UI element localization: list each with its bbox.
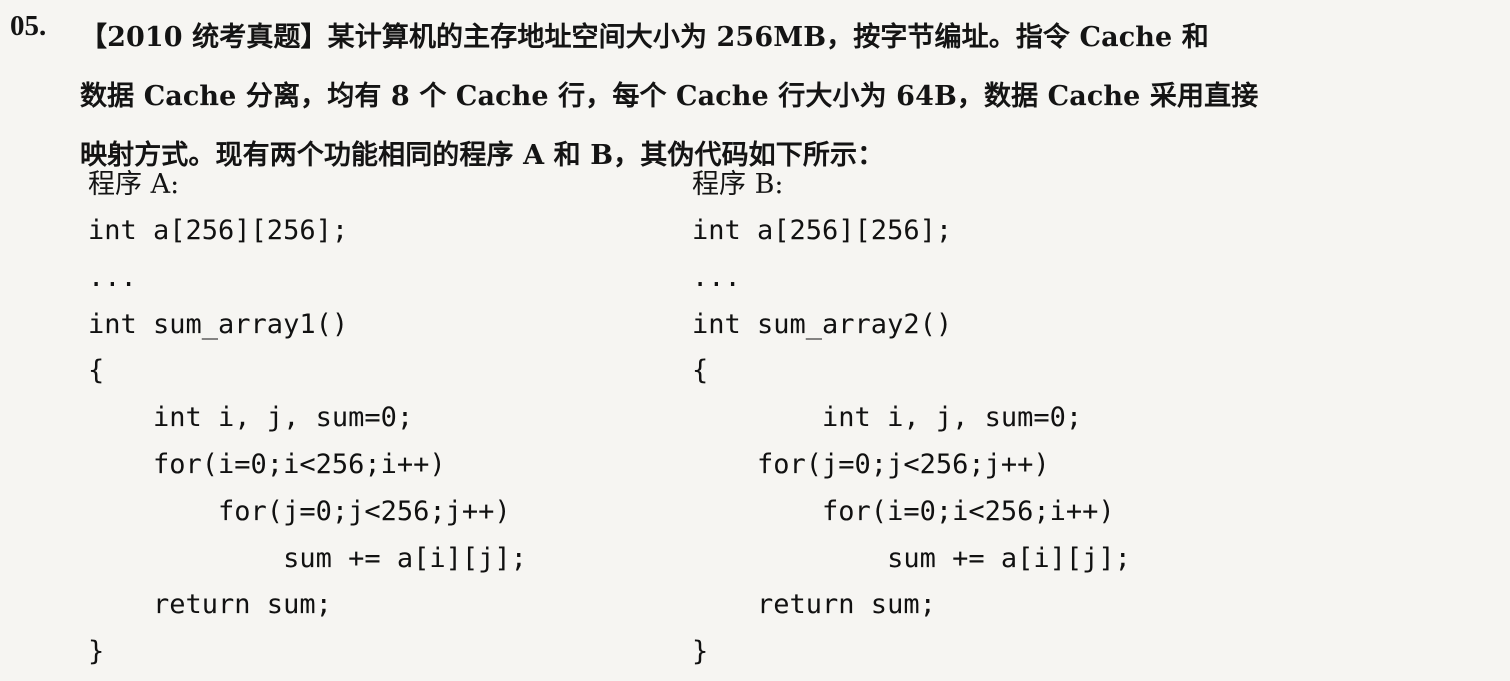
question-number: 05. bbox=[10, 10, 47, 42]
program-a-label: 程序 A: bbox=[88, 169, 180, 200]
program-b-line-7: for(i=0;i<256;i++) bbox=[692, 495, 1115, 527]
program-a-line-9: return sum; bbox=[88, 589, 332, 621]
program-a-line-4: { bbox=[88, 355, 105, 387]
program-b-line-5: int i, j, sum=0; bbox=[692, 402, 1083, 434]
program-a-line-6: for(i=0;i<256;i++) bbox=[88, 448, 446, 480]
program-b-line-4: { bbox=[692, 355, 709, 387]
program-b-block: 程序 B: int a[256][256]; ... int sum_array… bbox=[692, 162, 1131, 676]
program-a-line-3: int sum_array1() bbox=[88, 308, 349, 340]
program-b-line-3: int sum_array2() bbox=[692, 308, 953, 340]
question-text: 【2010 统考真题】某计算机的主存地址空间大小为 256MB，按字节编址。指令… bbox=[80, 8, 1500, 185]
program-a-line-7: for(j=0;j<256;j++) bbox=[88, 495, 511, 527]
program-b-line-9: return sum; bbox=[692, 589, 936, 621]
program-b-label: 程序 B: bbox=[692, 169, 784, 200]
question-line-2: 数据 Cache 分离，均有 8 个 Cache 行，每个 Cache 行大小为… bbox=[80, 81, 1259, 112]
program-a-block: 程序 A: int a[256][256]; ... int sum_array… bbox=[88, 162, 527, 676]
exam-question: 05. 【2010 统考真题】某计算机的主存地址空间大小为 256MB，按字节编… bbox=[0, 0, 1510, 681]
program-a-line-10: } bbox=[88, 636, 105, 668]
program-b-line-6: for(j=0;j<256;j++) bbox=[692, 448, 1050, 480]
program-b-line-10: } bbox=[692, 636, 709, 668]
program-b-line-1: int a[256][256]; bbox=[692, 215, 953, 246]
program-a-line-1: int a[256][256]; bbox=[88, 215, 349, 246]
program-a-line-5: int i, j, sum=0; bbox=[88, 402, 414, 434]
program-b-line-2: ... bbox=[692, 261, 741, 293]
program-a-line-8: sum += a[i][j]; bbox=[88, 542, 527, 574]
program-b-line-8: sum += a[i][j]; bbox=[692, 542, 1131, 574]
question-line-1: 【2010 统考真题】某计算机的主存地址空间大小为 256MB，按字节编址。指令… bbox=[80, 22, 1209, 53]
program-a-line-2: ... bbox=[88, 261, 137, 293]
